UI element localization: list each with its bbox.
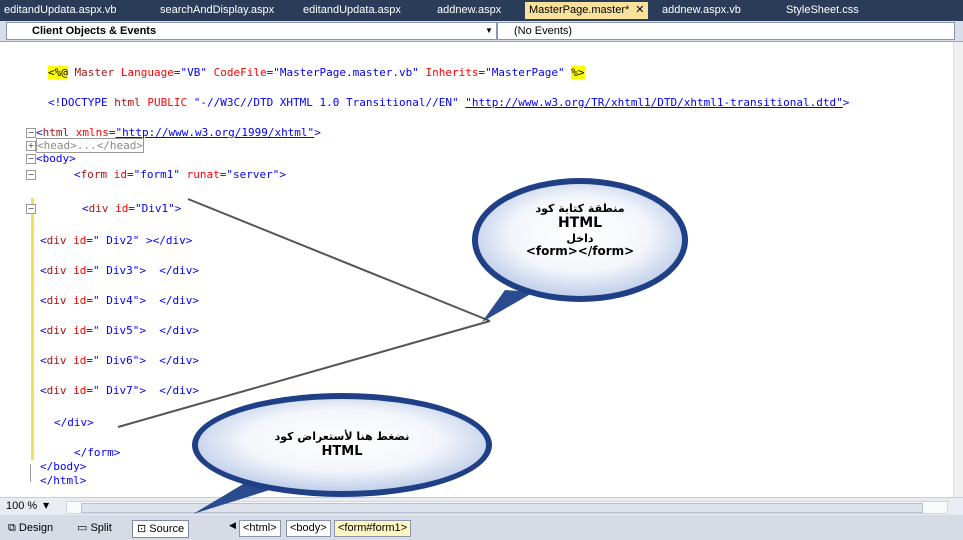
callout-bottom-line2: HTML [321,444,363,459]
callout-top-line2: HTML [557,215,603,231]
annotation-overlay [117,178,688,514]
callout-bottom-text: نضغط هنا لأستعراض كود HTML [240,430,444,460]
callout-top-line1: منطقة كتابة كود [535,202,625,215]
callout-top-line4: <form></form> [525,244,635,258]
callout-bottom-line1: نضغط هنا لأستعراض كود [274,430,410,443]
callout-tail-top [482,290,534,322]
callout-top-text: منطقة كتابة كود HTML داخل <form></form> [500,202,660,258]
pointer-line-div1 [187,198,491,322]
